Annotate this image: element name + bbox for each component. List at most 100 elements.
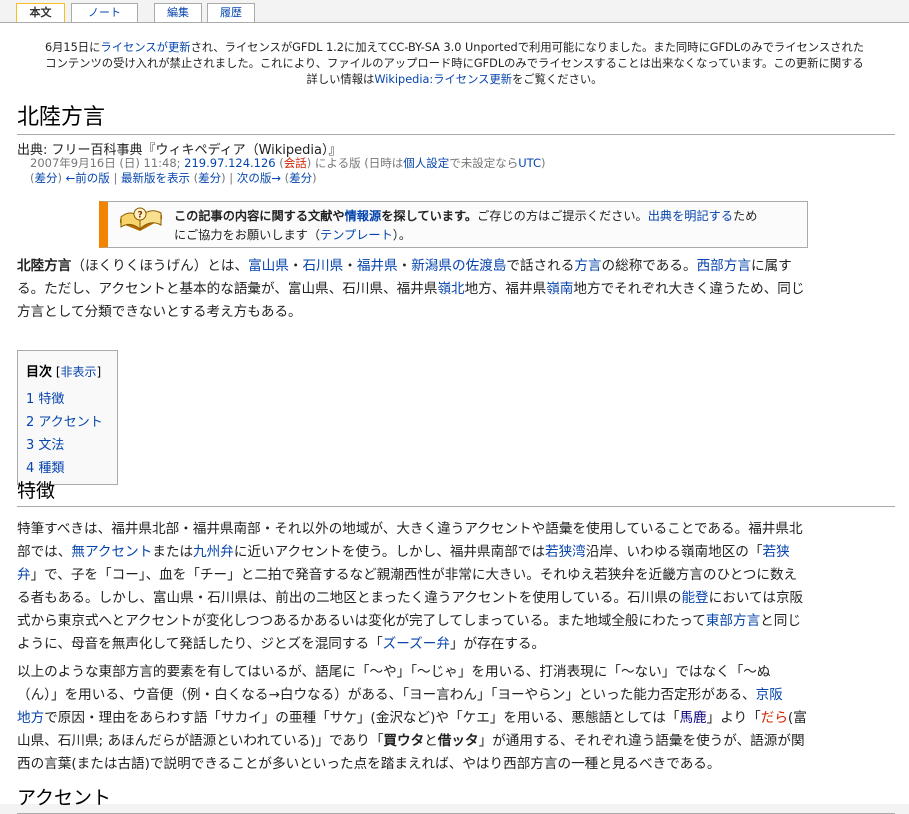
toc-label: 種類 bbox=[38, 461, 65, 476]
source-needed-notice: ? この記事の内容に関する文献や情報源を探しています。ご存じの方はご提示ください… bbox=[99, 201, 808, 248]
text: で話される bbox=[506, 258, 575, 274]
link-sado[interactable]: 佐渡島 bbox=[466, 258, 507, 274]
toc-num: 1 bbox=[26, 392, 35, 407]
section-heading-text: 特徴 bbox=[17, 480, 56, 502]
toc-item-types[interactable]: 4 種類 bbox=[26, 457, 64, 476]
text: 式から東京式へとアクセントが変化しつつあるかあるいは変化が完了してしまっている。… bbox=[17, 613, 706, 629]
bold-katta: 借ッタ bbox=[437, 733, 479, 749]
revision-text: ) bbox=[541, 156, 546, 170]
revision-info: 2007年9月16日 (日) 11:48; 219.97.124.126 (会話… bbox=[30, 156, 546, 171]
text: 沿岸、いわゆる嶺南地区の「 bbox=[585, 544, 763, 560]
revision-ip-link[interactable]: 219.97.124.126 bbox=[184, 156, 275, 170]
toc-label: アクセント bbox=[38, 415, 103, 430]
link-reinan[interactable]: 嶺南 bbox=[546, 281, 573, 297]
text: 方言として分類できないとする考え方もある。 bbox=[17, 304, 302, 320]
revision-talk-link[interactable]: 会話 bbox=[284, 156, 307, 170]
intro-paragraph: 北陸方言（ほくりくほうげん）とは、富山県・石川県・福井県・新潟県の佐渡島で話され… bbox=[17, 255, 897, 324]
toc-num: 3 bbox=[26, 438, 35, 453]
toc-bracket: [ bbox=[52, 365, 61, 379]
features-paragraph-2: 以上のような東部方言的要素を有してはいるが、語尾に「〜や」「〜じゃ」を用いる、打… bbox=[17, 661, 897, 776]
link-reihoku[interactable]: 嶺北 bbox=[437, 281, 464, 297]
text: る者もある。しかし、富山県・石川県は、前出の二地区とまったく違うアクセントを使用… bbox=[17, 590, 682, 606]
notice-body: ため bbox=[733, 209, 758, 223]
text: に近いアクセントを使う。しかし、福井県南部では bbox=[233, 544, 545, 560]
link-zuzu-ben[interactable]: ズーズー弁 bbox=[383, 636, 450, 652]
text: 」より「 bbox=[706, 710, 761, 726]
link-keihan-cont[interactable]: 地方 bbox=[17, 710, 44, 726]
link-no[interactable]: の bbox=[452, 258, 466, 274]
text: ・ bbox=[288, 258, 303, 274]
bold-kauta: 買ウタ bbox=[383, 733, 425, 749]
link-noto[interactable]: 能登 bbox=[681, 590, 708, 606]
link-ishikawa[interactable]: 石川県 bbox=[302, 258, 343, 274]
nav-punct: ( bbox=[280, 171, 290, 185]
latest-revision-link[interactable]: 最新版を表示 bbox=[121, 171, 190, 185]
features-paragraph-1: 特筆すべきは、福井県北部・福井県南部・それ以外の地域が、大きく違うアクセントや語… bbox=[17, 518, 897, 656]
text: ・ bbox=[397, 258, 412, 274]
tab-talk[interactable]: ノート bbox=[71, 3, 138, 22]
cite-sources-link[interactable]: 出典を明記する bbox=[648, 209, 733, 223]
link-toyama[interactable]: 富山県 bbox=[248, 258, 289, 274]
link-eastern-dialect[interactable]: 東部方言 bbox=[706, 613, 760, 629]
link-fukui[interactable]: 福井県 bbox=[357, 258, 398, 274]
toc-hide-link[interactable]: 非表示 bbox=[61, 365, 97, 379]
license-info-link[interactable]: Wikipedia:ライセンス更新 bbox=[374, 73, 512, 86]
revision-text: ( bbox=[275, 156, 284, 170]
notice-text: コンテンツの受け入れが禁止されました。これにより、ファイルのアップロード時にGF… bbox=[45, 57, 864, 70]
page-title-text: 北陸方言 bbox=[17, 105, 106, 130]
text: 」が通用する、それぞれ違う語彙を使うが、語源が関 bbox=[478, 733, 805, 749]
link-dialect[interactable]: 方言 bbox=[574, 258, 601, 274]
notice-body: ご存じの方はご提示ください。 bbox=[477, 209, 648, 223]
diff-link-2[interactable]: 差分 bbox=[198, 171, 221, 185]
notice-bold: この記事の内容に関する文献や情報源を探しています。 bbox=[174, 209, 477, 223]
nav-punct: ) | bbox=[221, 171, 237, 185]
link-niigata[interactable]: 新潟県 bbox=[411, 258, 452, 274]
revision-date: 2007年9月16日 (日) 11:48; bbox=[30, 156, 185, 170]
notice-bold-text: この記事の内容に関する文献や bbox=[174, 209, 345, 223]
link-keihan[interactable]: 京阪 bbox=[756, 687, 783, 703]
text: 」で、子を「コー」、血を「チー」と二拍で発音するなど親潮西性が非常に大きい。それ… bbox=[30, 567, 798, 583]
link-wakasa-ben-cont[interactable]: 弁 bbox=[17, 567, 31, 583]
svg-text:?: ? bbox=[138, 211, 143, 221]
section-heading-features: 特徴 bbox=[17, 478, 895, 507]
text: 山県、石川県; あほんだらが語源といわれている)」であり「 bbox=[17, 733, 384, 749]
link-dara[interactable]: だら bbox=[761, 710, 788, 726]
content-area: 6月15日にライセンスが更新され、ライセンスがGFDL 1.2に加えてCC-BY… bbox=[0, 22, 909, 814]
toc-item-grammar[interactable]: 3 文法 bbox=[26, 434, 64, 453]
notice-body: にご協力をお願いします（ bbox=[174, 228, 321, 242]
utc-link[interactable]: UTC bbox=[518, 156, 541, 170]
tab-article[interactable]: 本文 bbox=[16, 3, 65, 24]
toc-item-features[interactable]: 1 特徴 bbox=[26, 388, 64, 407]
toc-item-accent[interactable]: 2 アクセント bbox=[26, 411, 103, 430]
site-notice: 6月15日にライセンスが更新され、ライセンスがGFDL 1.2に加えてCC-BY… bbox=[0, 40, 909, 88]
sources-link[interactable]: 情報源 bbox=[345, 209, 382, 223]
text: 部では、 bbox=[17, 544, 72, 560]
text: （ほくりくほうげん）とは、 bbox=[71, 258, 249, 274]
prev-revision-link[interactable]: ←前の版 bbox=[66, 171, 110, 185]
text: と bbox=[424, 733, 438, 749]
notice-bold-text: を探しています。 bbox=[381, 209, 478, 223]
next-revision-link[interactable]: 次の版→ bbox=[237, 171, 281, 185]
text: 地方でそれぞれ大きく違うため、同じ bbox=[573, 281, 805, 297]
notice-text: 詳しい情報は bbox=[306, 73, 375, 86]
toc-bracket: ] bbox=[96, 365, 102, 379]
link-western-dialect[interactable]: 西部方言 bbox=[697, 258, 751, 274]
license-update-link[interactable]: ライセンスが更新 bbox=[100, 41, 190, 54]
link-wakasa-bay[interactable]: 若狭湾 bbox=[545, 544, 586, 560]
link-no-accent[interactable]: 無アクセント bbox=[71, 544, 152, 560]
template-link[interactable]: テンプレート bbox=[320, 228, 393, 242]
nav-punct: ) bbox=[312, 171, 317, 185]
text: ・ bbox=[343, 258, 357, 274]
link-kyushu[interactable]: 九州弁 bbox=[193, 544, 234, 560]
text: る。ただし、アクセントと基本的な語彙が、富山県、石川県、福井県 bbox=[17, 281, 438, 297]
toc-label: 特徴 bbox=[38, 392, 65, 407]
diff-link-1[interactable]: 差分 bbox=[35, 171, 58, 185]
preferences-link[interactable]: 個人設定 bbox=[403, 156, 449, 170]
text: または bbox=[152, 544, 194, 560]
tab-edit[interactable]: 編集 bbox=[154, 3, 202, 22]
tab-history[interactable]: 履歴 bbox=[207, 3, 255, 22]
text: 以上のような東部方言的要素を有してはいるが、語尾に「〜や」「〜じゃ」を用いる、打… bbox=[17, 664, 771, 680]
diff-link-3[interactable]: 差分 bbox=[289, 171, 312, 185]
link-wakasa-ben[interactable]: 若狭 bbox=[763, 544, 790, 560]
link-baka[interactable]: 馬鹿 bbox=[679, 710, 706, 726]
